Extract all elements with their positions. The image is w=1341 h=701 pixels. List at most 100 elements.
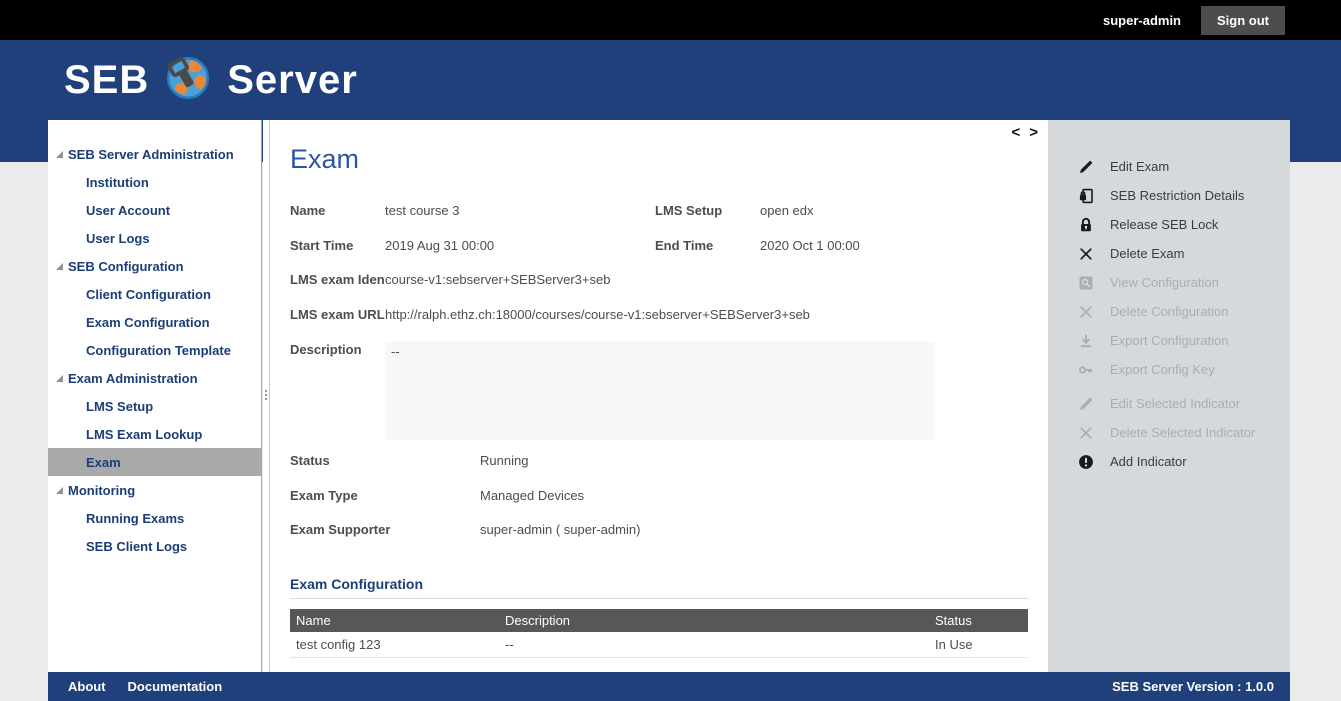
document-lock-icon (1078, 188, 1094, 204)
field-lms-exam-url: LMS exam URL http://ralph.ethz.ch:18000/… (290, 307, 810, 323)
x-icon (1078, 425, 1094, 441)
field-label: Status (290, 453, 480, 469)
field-value: Managed Devices (480, 488, 584, 504)
tree-expander-icon[interactable] (56, 487, 63, 494)
sidebar-item-label: LMS Exam Lookup (86, 427, 202, 442)
field-end-time: End Time 2020 Oct 1 00:00 (655, 238, 860, 254)
page-title: Exam (290, 144, 359, 175)
sidebar-item-label: User Account (86, 203, 170, 218)
action-seb-restriction-details[interactable]: SEB Restriction Details (1048, 181, 1290, 210)
field-label: Description (290, 342, 385, 358)
action-export-config-key: Export Config Key (1048, 355, 1290, 384)
field-start-time: Start Time 2019 Aug 31 00:00 (290, 238, 494, 254)
column-header-status[interactable]: Status (935, 613, 1028, 628)
main-content: < > Exam Name test course 3 LMS Setup op… (270, 120, 1048, 672)
field-value: open edx (760, 203, 814, 219)
sidebar-item-label: Client Configuration (86, 287, 211, 302)
column-header-name[interactable]: Name (290, 613, 505, 628)
action-label: Export Config Key (1110, 362, 1215, 377)
field-exam-type: Exam Type Managed Devices (290, 488, 584, 504)
app-logo: SEB Server (64, 55, 358, 106)
field-label: End Time (655, 238, 760, 254)
sidebar-item-label: Monitoring (68, 483, 135, 498)
logo-text-server: Server (227, 58, 358, 103)
table-cell: -- (505, 637, 935, 652)
sidebar-item-label: Running Exams (86, 511, 184, 526)
sidebar-nav: SEB Server Administration Institution User… (48, 120, 261, 560)
sidebar-item-label: SEB Configuration (68, 259, 184, 274)
key-icon (1078, 362, 1094, 378)
sidebar-item-seb-configuration[interactable]: SEB Configuration (48, 252, 261, 280)
action-edit-exam[interactable]: Edit Exam (1048, 152, 1290, 181)
alert-circle-icon (1078, 454, 1094, 470)
section-title: Exam Configuration (290, 576, 423, 592)
action-label: Delete Exam (1110, 246, 1184, 261)
sidebar-item-institution[interactable]: Institution (48, 168, 261, 196)
sidebar-item-exam-administration[interactable]: Exam Administration (48, 364, 261, 392)
field-label: LMS Setup (655, 203, 760, 219)
x-icon (1078, 246, 1094, 262)
field-value: 2020 Oct 1 00:00 (760, 238, 860, 254)
sidebar-item-exam[interactable]: Exam (48, 448, 261, 476)
download-icon (1078, 333, 1094, 349)
field-value: course-v1:sebserver+SEBServer3+seb (385, 272, 610, 288)
tree-expander-icon[interactable] (56, 151, 63, 158)
footer-link-documentation[interactable]: Documentation (128, 679, 223, 694)
field-value: http://ralph.ethz.ch:18000/courses/cours… (385, 307, 810, 323)
sidebar-item-lms-exam-lookup[interactable]: LMS Exam Lookup (48, 420, 261, 448)
logo-text-seb: SEB (64, 58, 149, 103)
tree-expander-icon[interactable] (56, 263, 63, 270)
sidebar-item-seb-client-logs[interactable]: SEB Client Logs (48, 532, 261, 560)
field-label: Start Time (290, 238, 385, 254)
current-user-label: super-admin (1103, 13, 1181, 28)
globe-lock-icon (165, 55, 211, 106)
sidebar-item-label: User Logs (86, 231, 150, 246)
sign-out-button[interactable]: Sign out (1201, 6, 1285, 35)
table-body: test config 123--In Use (290, 632, 1028, 658)
action-delete-exam[interactable]: Delete Exam (1048, 239, 1290, 268)
tree-expander-icon[interactable] (56, 375, 63, 382)
page-navigation: < > (1011, 125, 1038, 141)
field-label: Exam Supporter (290, 522, 480, 538)
description-textarea[interactable]: -- (385, 341, 935, 440)
field-value: super-admin ( super-admin) (480, 522, 640, 538)
sidebar-item-exam-configuration[interactable]: Exam Configuration (48, 308, 261, 336)
field-label: LMS exam Identifier (290, 272, 385, 288)
sidebar-item-seb-server-administration[interactable]: SEB Server Administration (48, 140, 261, 168)
top-bar: super-admin Sign out (0, 0, 1341, 40)
magnifier-square-icon (1078, 275, 1094, 291)
splitter[interactable] (263, 120, 270, 672)
column-header-description[interactable]: Description (505, 613, 935, 628)
splitter-grip-icon[interactable] (265, 388, 268, 402)
table-cell: test config 123 (290, 637, 505, 652)
sidebar-item-user-account[interactable]: User Account (48, 196, 261, 224)
field-value: test course 3 (385, 203, 459, 219)
table-row[interactable]: test config 123--In Use (290, 632, 1028, 658)
sidebar-item-client-configuration[interactable]: Client Configuration (48, 280, 261, 308)
sidebar-item-lms-setup[interactable]: LMS Setup (48, 392, 261, 420)
exam-configuration-table: NameDescriptionStatus test config 123--I… (290, 609, 1028, 658)
sidebar-item-monitoring[interactable]: Monitoring (48, 476, 261, 504)
sidebar-item-label: Exam (86, 455, 121, 470)
sidebar-item-running-exams[interactable]: Running Exams (48, 504, 261, 532)
field-lms-setup: LMS Setup open edx (655, 203, 814, 219)
field-name: Name test course 3 (290, 203, 459, 219)
footer-link-about[interactable]: About (68, 679, 106, 694)
table-header-row: NameDescriptionStatus (290, 609, 1028, 632)
sidebar-item-label: Exam Configuration (86, 315, 210, 330)
sidebar: SEB Server Administration Institution User… (48, 120, 262, 672)
table-cell: In Use (935, 637, 1028, 652)
sidebar-item-configuration-template[interactable]: Configuration Template (48, 336, 261, 364)
field-lms-exam-identifier: LMS exam Identifier course-v1:sebserver+… (290, 272, 610, 288)
app-window: super-admin Sign out SEB Server (0, 0, 1341, 701)
action-label: Release SEB Lock (1110, 217, 1218, 232)
action-release-seb-lock[interactable]: Release SEB Lock (1048, 210, 1290, 239)
nav-forward-icon[interactable]: > (1029, 125, 1038, 141)
nav-back-icon[interactable]: < (1011, 125, 1020, 141)
sidebar-item-user-logs[interactable]: User Logs (48, 224, 261, 252)
sidebar-item-label: SEB Server Administration (68, 147, 234, 162)
action-add-indicator[interactable]: Add Indicator (1048, 447, 1290, 476)
action-delete-selected-indicator: Delete Selected Indicator (1048, 418, 1290, 447)
sidebar-item-label: Configuration Template (86, 343, 231, 358)
action-view-configuration: View Configuration (1048, 268, 1290, 297)
